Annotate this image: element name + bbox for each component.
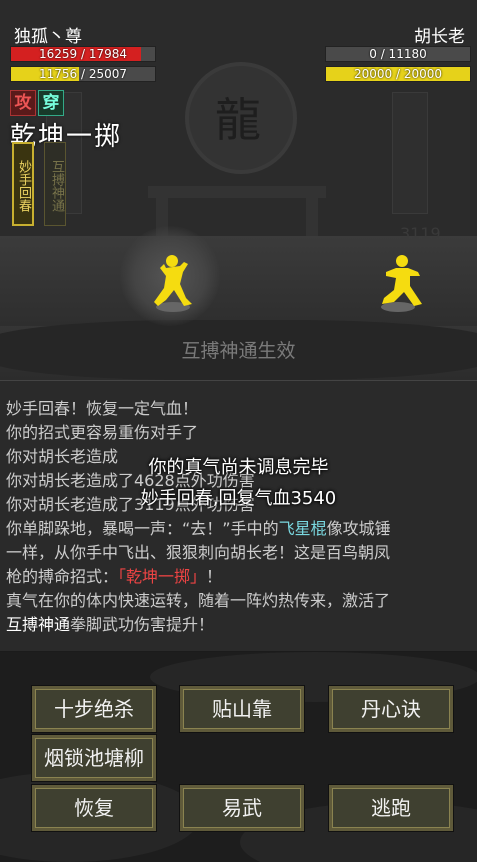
faded-damage-number: 3119 <box>400 224 441 243</box>
attack-tag: 攻 <box>10 90 36 116</box>
enemy-hp-bar: 0 / 11180 <box>325 46 471 62</box>
combat-log[interactable]: 妙手回春！恢复一定气血！ 你的招式更容易重伤对手了 你对胡长老造成 你对胡长老造… <box>0 380 477 651</box>
log-line: 你单脚跺地，暴喝一声：“去！”手中的飞星棍像攻城锤 <box>6 517 476 541</box>
log-text: 拳脚武功伤害提升！ <box>70 615 215 634</box>
player-hp-bar: 16259 / 17984 <box>10 46 156 62</box>
log-text: ！ <box>206 567 223 586</box>
player-name: 独孤丶尊 <box>14 27 82 47</box>
log-text: 枪的搏命招式： <box>6 567 119 586</box>
table-leg <box>306 198 318 238</box>
log-line: 妙手回春！恢复一定气血！ <box>6 399 199 418</box>
pierce-tag: 穿 <box>38 90 64 116</box>
player-hp-text: 16259 / 17984 <box>38 47 128 61</box>
recover-button[interactable]: 恢复 <box>32 785 156 831</box>
enemy-name: 胡长老 <box>414 27 465 47</box>
log-text: 像攻城锤 <box>326 519 391 538</box>
flee-button[interactable]: 逃跑 <box>329 785 453 831</box>
log-line: 真气在你的体内快速运转，随着一阵灼热传来，激活了 <box>6 591 391 610</box>
player-mp-text: 11756 / 25007 <box>38 67 128 81</box>
hanging-scroll-right <box>392 92 428 214</box>
enemy-mp-text: 20000 / 20000 <box>353 67 443 81</box>
effect-banner: 互搏神通生效 <box>181 340 296 362</box>
enemy-mp-bar: 20000 / 20000 <box>325 66 471 82</box>
move-name: 「乾坤一掷」 <box>118 567 207 586</box>
skill-name: 互搏神通 <box>6 615 71 634</box>
switch-weapon-button[interactable]: 易武 <box>180 785 304 831</box>
log-line: 你的招式更容易重伤对手了 <box>6 423 199 442</box>
skill-button-yansuo[interactable]: 烟锁池塘柳 <box>32 735 156 781</box>
skill-slot-hubo[interactable]: 互搏神通 <box>44 142 66 226</box>
weapon-name: 飞星棍 <box>278 519 327 538</box>
skill-button-danxin[interactable]: 丹心诀 <box>329 686 453 732</box>
log-text: 你单脚跺地，暴喝一声：“去！”手中的 <box>6 519 279 538</box>
ink-emblem: 龍 <box>185 62 297 174</box>
skill-button-tieshan[interactable]: 贴山靠 <box>180 686 304 732</box>
log-line: 互搏神通拳脚武功伤害提升！ <box>6 613 476 637</box>
skill-button-shibu[interactable]: 十步绝杀 <box>32 686 156 732</box>
notice-line-1: 你的真气尚未调息完毕 <box>148 457 329 478</box>
log-line: 枪的搏命招式：「乾坤一掷」！ <box>6 565 476 589</box>
enemy-hp-text: 0 / 11180 <box>369 47 427 61</box>
player-fighter <box>150 254 196 308</box>
player-mp-bar: 11756 / 25007 <box>10 66 156 82</box>
skill-slot-miaoshou[interactable]: 妙手回春 <box>12 142 34 226</box>
log-line-cut <box>6 381 476 395</box>
altar-table <box>148 186 326 198</box>
notice-line-2: 妙手回春,回复气血3540 <box>140 488 337 509</box>
log-line: 一样，从你手中飞出、狠狠刺向胡长老！这是百鸟朝凤 <box>6 543 391 562</box>
enemy-fighter <box>378 254 424 308</box>
